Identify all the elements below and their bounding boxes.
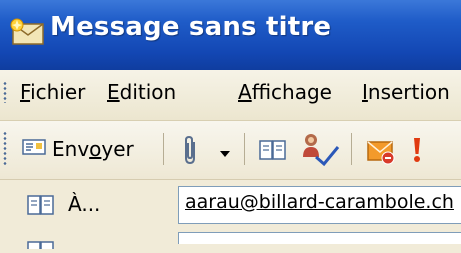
menubar-grip-handle[interactable] (3, 81, 7, 103)
options-envelope-icon[interactable] (366, 134, 396, 170)
window-title: Message sans titre (50, 12, 332, 42)
menu-affichage[interactable]: Affichage (238, 80, 332, 104)
send-button-label: Envoyer (52, 137, 134, 161)
to-button-label[interactable]: À... (68, 192, 100, 216)
menu-fichier[interactable]: Fichier (20, 80, 85, 104)
paperclip-icon[interactable] (180, 134, 202, 170)
dropdown-arrow-icon[interactable] (218, 144, 232, 163)
menu-insertion[interactable]: Insertion (362, 80, 450, 104)
send-envelope-icon (20, 137, 48, 161)
address-book-icon[interactable] (26, 193, 56, 221)
toolbar-separator (244, 133, 245, 165)
toolbar-separator (163, 133, 164, 165)
importance-high-icon[interactable] (410, 134, 424, 170)
toolbar-separator (351, 133, 352, 165)
title-bar[interactable]: Message sans titre (0, 0, 461, 70)
menu-edition[interactable]: Edition (107, 80, 176, 104)
check-names-icon[interactable] (300, 131, 340, 171)
send-button[interactable]: Envoyer (20, 127, 155, 171)
address-book-icon[interactable] (258, 136, 288, 168)
toolbar-grip-handle[interactable] (3, 131, 7, 167)
new-message-icon (9, 18, 47, 46)
cc-recipient-field[interactable] (178, 232, 461, 244)
to-recipient-field[interactable]: aarau@billard-carambole.ch (178, 186, 461, 224)
